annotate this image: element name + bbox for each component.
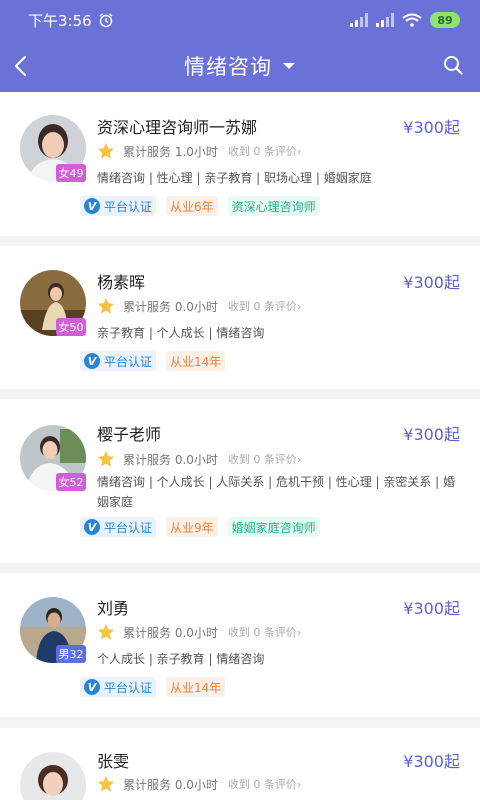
badge-row: V 平台认证 从业6年 资深心理咨询师 xyxy=(80,196,320,216)
specialty-tags: 情绪咨询 | 个人成长 | 人际关系 | 危机干预 | 性心理 | 亲密关系 |… xyxy=(97,475,456,509)
verified-icon: V xyxy=(84,679,100,695)
page-title: 情绪咨询 xyxy=(184,55,272,79)
service-stats: 累计服务 0.0小时 收到 0 条评价› xyxy=(97,623,301,641)
service-stats: 累计服务 0.0小时 收到 0 条评价› xyxy=(97,450,301,468)
years-badge: 从业14年 xyxy=(166,351,226,371)
badge-row: V 平台认证 从业14年 xyxy=(80,677,226,697)
reviews-link[interactable]: 收到 0 条评价› xyxy=(228,143,301,159)
verified-icon: V xyxy=(84,198,100,214)
caret-down-icon xyxy=(283,63,295,69)
status-time: 下午3:56 xyxy=(28,11,92,30)
counselor-card[interactable]: 女52 樱子老师 ¥300起 累计服务 0.0小时 收到 0 条评价› 情绪咨询… xyxy=(0,399,480,563)
counselor-price: ¥300起 xyxy=(403,118,460,137)
counselor-price: ¥300起 xyxy=(403,752,460,771)
counselor-price: ¥300起 xyxy=(403,425,460,444)
specialty-tags: 亲子教育 | 个人成长 | 情绪咨询 xyxy=(97,326,265,340)
service-label: 累计服务 xyxy=(123,144,172,159)
reviews-link[interactable]: 收到 0 条评价› xyxy=(228,298,301,314)
badge-row: V 平台认证 从业9年 婚姻家庭咨询师 xyxy=(80,517,320,537)
counselor-name: 樱子老师 xyxy=(97,425,162,444)
specialty-tags: 个人成长 | 亲子教育 | 情绪咨询 xyxy=(97,652,265,666)
age-gender-badge: 女49 xyxy=(56,164,86,182)
signal-icon xyxy=(350,13,368,27)
counselor-name: 张雯 xyxy=(97,752,130,771)
years-badge: 从业14年 xyxy=(166,677,226,697)
category-dropdown[interactable]: 情绪咨询 xyxy=(184,51,296,81)
service-hours: 0.0小时 xyxy=(174,452,218,467)
alarm-icon xyxy=(99,13,113,28)
star-icon xyxy=(97,775,115,792)
cert-badge: V 平台认证 xyxy=(80,196,157,216)
service-stats: 累计服务 0.0小时 收到 0 条评价› xyxy=(97,297,301,315)
counselor-name: 刘勇 xyxy=(97,599,130,618)
age-gender-badge: 女50 xyxy=(56,318,86,336)
service-hours: 1.0小时 xyxy=(174,144,218,159)
reviews-link[interactable]: 收到 0 条评价› xyxy=(228,624,301,640)
signal-icon-2 xyxy=(376,13,394,27)
counselor-name: 资深心理咨询师一苏娜 xyxy=(97,118,258,137)
counselor-card[interactable]: 女50 杨素晖 ¥300起 累计服务 0.0小时 收到 0 条评价› 亲子教育 … xyxy=(0,246,480,389)
service-label: 累计服务 xyxy=(123,777,172,792)
counselor-card[interactable]: 张雯 ¥300起 累计服务 0.0小时 收到 0 条评价› xyxy=(0,728,480,800)
counselor-card[interactable]: 男32 刘勇 ¥300起 累计服务 0.0小时 收到 0 条评价› 个人成长 |… xyxy=(0,573,480,717)
verified-icon: V xyxy=(84,353,100,369)
search-icon[interactable] xyxy=(442,54,464,76)
counselor-card[interactable]: 女49 资深心理咨询师一苏娜 ¥300起 累计服务 1.0小时 收到 0 条评价… xyxy=(0,92,480,236)
service-label: 累计服务 xyxy=(123,452,172,467)
wifi-icon xyxy=(402,13,422,27)
star-icon xyxy=(97,450,115,467)
cert-badge: V 平台认证 xyxy=(80,677,157,697)
counselor-avatar xyxy=(20,752,86,800)
star-icon xyxy=(97,142,115,159)
counselor-price: ¥300起 xyxy=(403,599,460,618)
role-badge: 婚姻家庭咨询师 xyxy=(227,517,320,537)
years-badge: 从业6年 xyxy=(166,196,218,216)
badge-row: V 平台认证 从业14年 xyxy=(80,351,226,371)
status-bar: 下午3:56 89 xyxy=(0,0,480,40)
service-label: 累计服务 xyxy=(123,625,172,640)
battery-indicator: 89 xyxy=(430,12,460,28)
nav-bar: 情绪咨询 xyxy=(0,40,480,92)
service-stats: 累计服务 0.0小时 收到 0 条评价› xyxy=(97,775,301,793)
age-gender-badge: 男32 xyxy=(56,645,86,663)
app-header: 下午3:56 89 情绪咨询 xyxy=(0,0,480,92)
reviews-link[interactable]: 收到 0 条评价› xyxy=(228,776,301,792)
star-icon xyxy=(97,297,115,314)
specialty-tags: 情绪咨询 | 性心理 | 亲子教育 | 职场心理 | 婚姻家庭 xyxy=(97,171,372,185)
star-icon xyxy=(97,623,115,640)
service-label: 累计服务 xyxy=(123,299,172,314)
service-hours: 0.0小时 xyxy=(174,777,218,792)
role-badge: 资深心理咨询师 xyxy=(227,196,320,216)
verified-icon: V xyxy=(84,519,100,535)
age-gender-badge: 女52 xyxy=(56,473,86,491)
cert-badge: V 平台认证 xyxy=(80,351,157,371)
service-stats: 累计服务 1.0小时 收到 0 条评价› xyxy=(97,142,301,160)
back-arrow-icon[interactable] xyxy=(10,52,34,80)
reviews-link[interactable]: 收到 0 条评价› xyxy=(228,451,301,467)
counselor-name: 杨素晖 xyxy=(97,273,146,292)
counselor-price: ¥300起 xyxy=(403,273,460,292)
service-hours: 0.0小时 xyxy=(174,625,218,640)
cert-badge: V 平台认证 xyxy=(80,517,157,537)
years-badge: 从业9年 xyxy=(166,517,218,537)
service-hours: 0.0小时 xyxy=(174,299,218,314)
